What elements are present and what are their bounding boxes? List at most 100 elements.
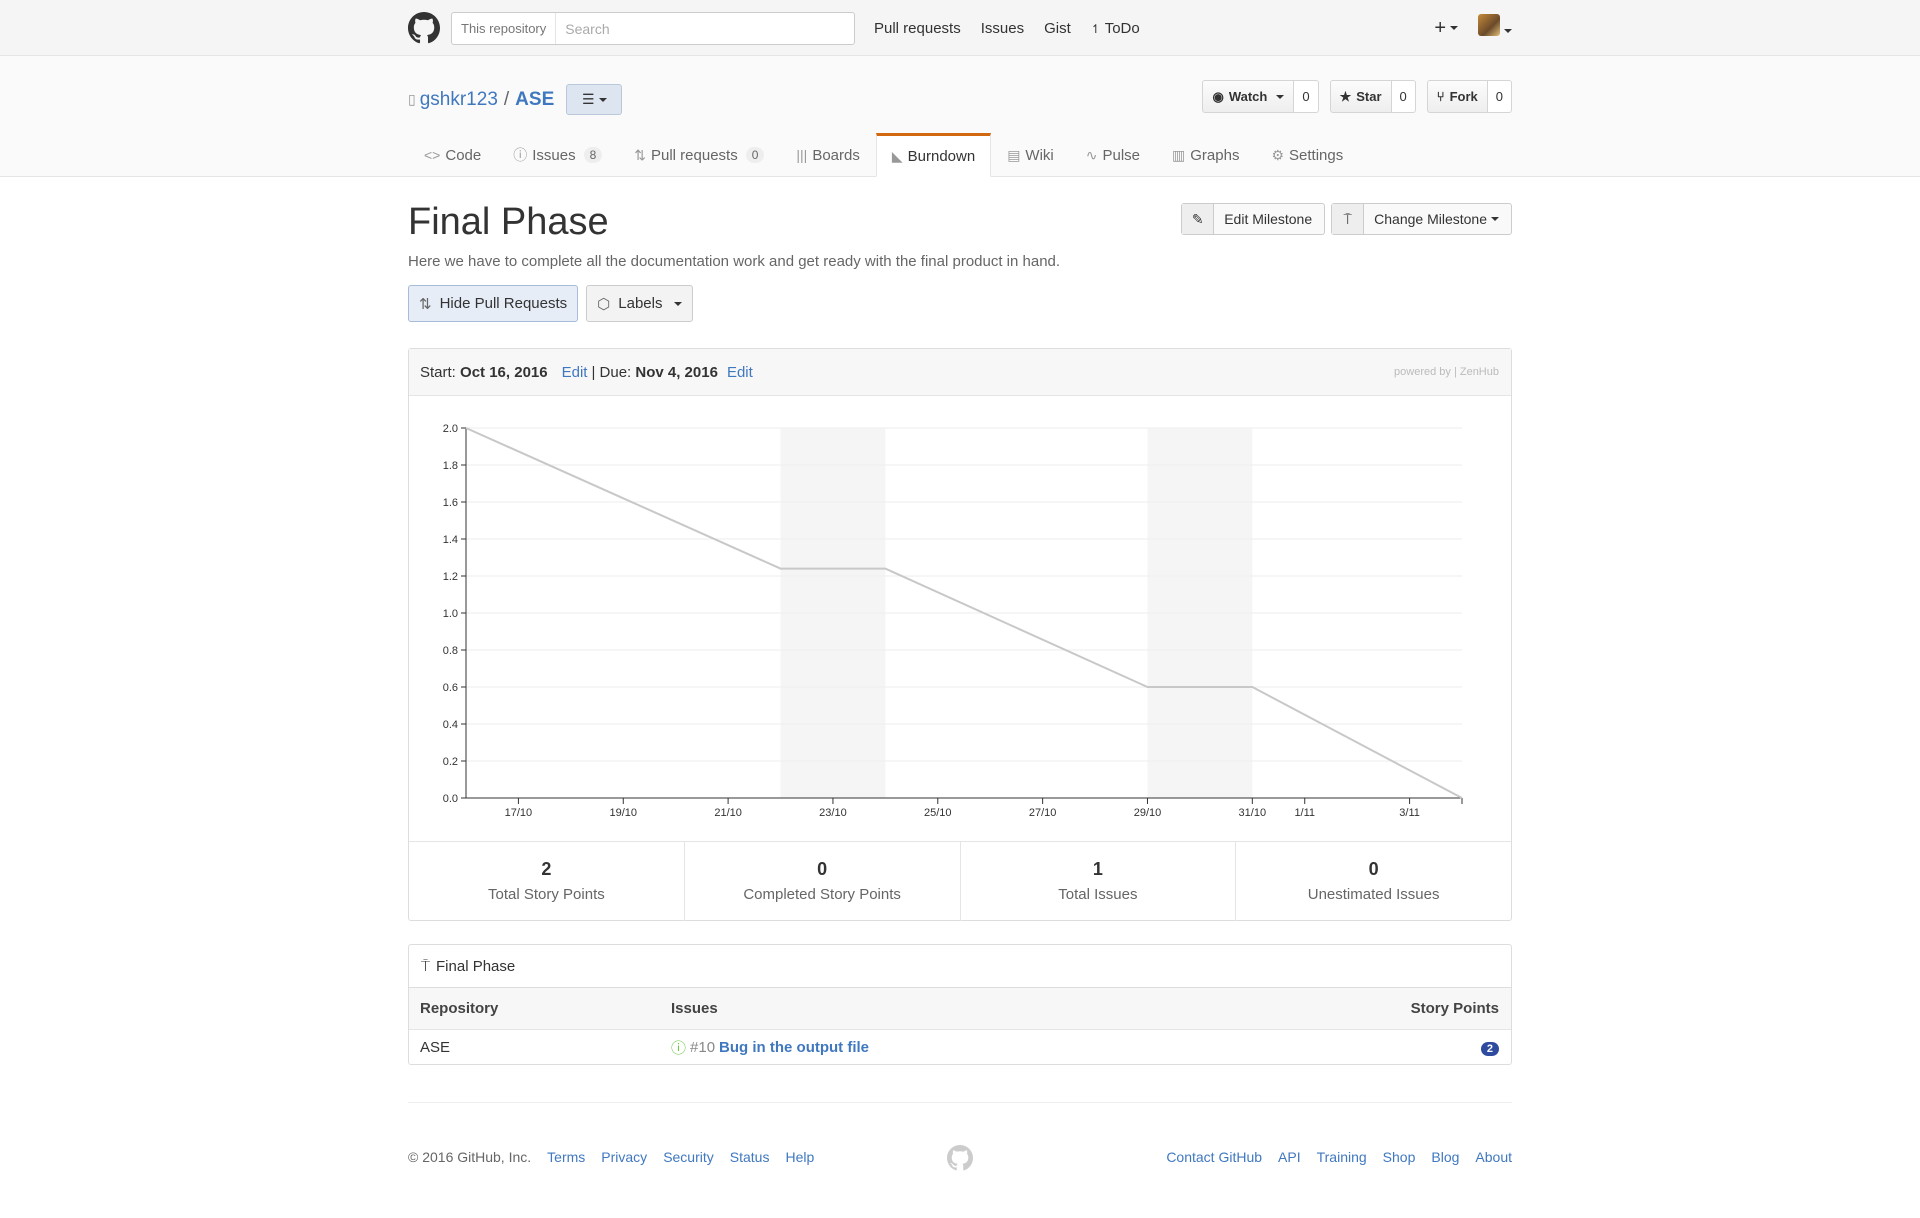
nav-pull-requests[interactable]: Pull requests: [874, 20, 961, 37]
chevron-down-icon: [598, 97, 607, 102]
todo-icon: ↿: [1090, 22, 1101, 36]
repo-icon: ▯: [408, 91, 416, 107]
tab-boards[interactable]: ||| Boards: [780, 133, 875, 177]
watch-count[interactable]: 0: [1294, 80, 1319, 113]
repo-actions: ◉ Watch 0 ★ Star 0 ⑂ Fork 0: [1202, 80, 1512, 113]
tab-issues[interactable]: ⓘ Issues 8: [497, 133, 618, 177]
milestone-icon: ⍑: [421, 957, 431, 975]
footer-link-api[interactable]: API: [1278, 1149, 1301, 1165]
tab-pulse[interactable]: ∿ Pulse: [1070, 133, 1156, 177]
issue-title-link[interactable]: Bug in the output file: [719, 1039, 869, 1056]
start-label: Start:: [420, 363, 456, 381]
burndown-chart: 0.0 0.2 0.4 0.6 0.8 1.0 1.2 1.4 1.6 1.8 2.0 17/10 19…: [443, 423, 1463, 819]
milestone-icon: ⍑: [1332, 204, 1365, 234]
page-title: Final Phase: [408, 201, 609, 243]
footer-link-help[interactable]: Help: [785, 1149, 814, 1165]
due-label: | Due:: [591, 363, 632, 381]
nav-todo[interactable]: ↿ ToDo: [1091, 20, 1140, 37]
pr-counter: 0: [745, 147, 765, 163]
chevron-down-icon: [1276, 94, 1285, 99]
tab-burndown-label: Burndown: [907, 147, 976, 165]
row-repo: ASE: [420, 1038, 451, 1056]
tab-settings[interactable]: ⚙ Settings: [1255, 133, 1359, 177]
filter-bar: ⇅ Hide Pull Requests ⬡ Labels: [408, 285, 694, 322]
footer-link-privacy[interactable]: Privacy: [601, 1149, 647, 1165]
stat-value: 2: [541, 859, 552, 879]
tab-code[interactable]: <> Code: [408, 133, 497, 177]
edit-milestone-button[interactable]: ✎ Edit Milestone: [1181, 203, 1326, 235]
col-story-points: Story Points: [1410, 1000, 1499, 1017]
pulse-icon: ∿: [1085, 146, 1098, 163]
repo-menu-button[interactable]: ☰: [566, 84, 623, 115]
hide-pr-label: Hide Pull Requests: [439, 295, 568, 312]
boards-icon: |||: [796, 147, 808, 163]
change-milestone-text: Change Milestone: [1364, 204, 1511, 234]
x-tick-label: 21/10: [714, 807, 742, 819]
star-button[interactable]: ★ Star: [1329, 80, 1392, 113]
y-tick-label: 0.6: [443, 682, 458, 694]
wiki-icon: ▤: [1007, 146, 1021, 163]
user-menu[interactable]: [1478, 14, 1512, 42]
stat-value: 0: [1368, 859, 1379, 879]
fork-icon: ⑂: [1436, 89, 1445, 104]
footer-link-terms[interactable]: Terms: [547, 1149, 585, 1165]
edit-start-link[interactable]: Edit: [562, 364, 588, 381]
plus-icon[interactable]: +: [1434, 17, 1458, 40]
issues-table-header: ⍑ Final Phase: [409, 945, 1511, 988]
table-row: ASE ⓘ #10 Bug in the output file 2: [409, 1030, 1511, 1064]
github-mark-icon[interactable]: [947, 1145, 973, 1171]
eye-icon: ◉: [1212, 88, 1224, 104]
footer-link-contact[interactable]: Contact GitHub: [1166, 1149, 1262, 1165]
star-count[interactable]: 0: [1391, 80, 1416, 113]
fork-count[interactable]: 0: [1487, 80, 1512, 113]
github-logo-icon[interactable]: [408, 12, 440, 44]
tab-code-label: Code: [445, 146, 482, 164]
x-tick-label: 17/10: [505, 807, 533, 819]
avatar: [1478, 14, 1500, 36]
repo-separator: /: [503, 88, 510, 110]
footer-link-training[interactable]: Training: [1317, 1149, 1367, 1165]
pr-icon: ⇅: [419, 295, 432, 313]
hide-pull-requests-button[interactable]: ⇅ Hide Pull Requests: [408, 285, 579, 322]
tab-burndown[interactable]: ◣ Burndown: [875, 133, 992, 177]
repo-name-link[interactable]: ASE: [515, 89, 554, 111]
stat-total-issues: 1 Total Issues: [961, 842, 1237, 921]
y-tick-label: 0.4: [443, 719, 458, 731]
stat-label: Unestimated Issues: [1307, 886, 1440, 903]
nav-gist[interactable]: Gist: [1044, 20, 1071, 37]
stat-value: 0: [817, 859, 828, 879]
burndown-panel: Start: Oct 16, 2016 Edit | Due: Nov 4, 2…: [408, 348, 1512, 921]
change-milestone-button[interactable]: ⍑ Change Milestone: [1331, 203, 1512, 235]
footer-right: Contact GitHub API Training Shop Blog Ab…: [1166, 1149, 1512, 1165]
nav-issues[interactable]: Issues: [981, 20, 1024, 37]
star-icon: ★: [1339, 88, 1352, 104]
fork-button[interactable]: ⑂ Fork: [1426, 80, 1488, 113]
tag-icon: ⬡: [597, 295, 611, 313]
tab-pull-requests[interactable]: ⇅ Pull requests 0: [618, 133, 780, 177]
footer-link-about[interactable]: About: [1475, 1149, 1512, 1165]
edit-due-link[interactable]: Edit: [727, 364, 753, 381]
milestone-issues-table: ⍑ Final Phase Repository Issues Story Po…: [408, 944, 1512, 1065]
x-tick-label: 29/10: [1134, 807, 1162, 819]
footer-link-shop[interactable]: Shop: [1383, 1149, 1416, 1165]
stat-label: Total Story Points: [488, 886, 605, 903]
chevron-down-icon: [1504, 28, 1512, 33]
footer-link-blog[interactable]: Blog: [1431, 1149, 1459, 1165]
footer-link-status[interactable]: Status: [730, 1149, 770, 1165]
footer-link-security[interactable]: Security: [663, 1149, 714, 1165]
pencil-icon: ✎: [1182, 204, 1215, 234]
y-tick-label: 1.6: [443, 497, 458, 509]
tab-wiki[interactable]: ▤ Wiki: [991, 133, 1070, 177]
search-input[interactable]: This repository Search: [451, 12, 855, 45]
tab-graphs[interactable]: ▥ Graphs: [1156, 133, 1255, 177]
y-tick-label: 0.2: [443, 756, 458, 768]
watch-button[interactable]: ◉ Watch: [1202, 80, 1295, 113]
labels-dropdown[interactable]: ⬡ Labels: [586, 285, 694, 322]
repo-owner-link[interactable]: gshkr123: [420, 89, 498, 111]
milestone-description: Here we have to complete all the documen…: [408, 253, 1061, 270]
footer-left: © 2016 GitHub, Inc. Terms Privacy Securi…: [408, 1149, 814, 1165]
y-tick-label: 0.0: [443, 793, 458, 805]
x-tick-label: 25/10: [924, 807, 952, 819]
tab-graphs-label: Graphs: [1190, 146, 1240, 164]
y-tick-label: 2.0: [443, 423, 458, 435]
